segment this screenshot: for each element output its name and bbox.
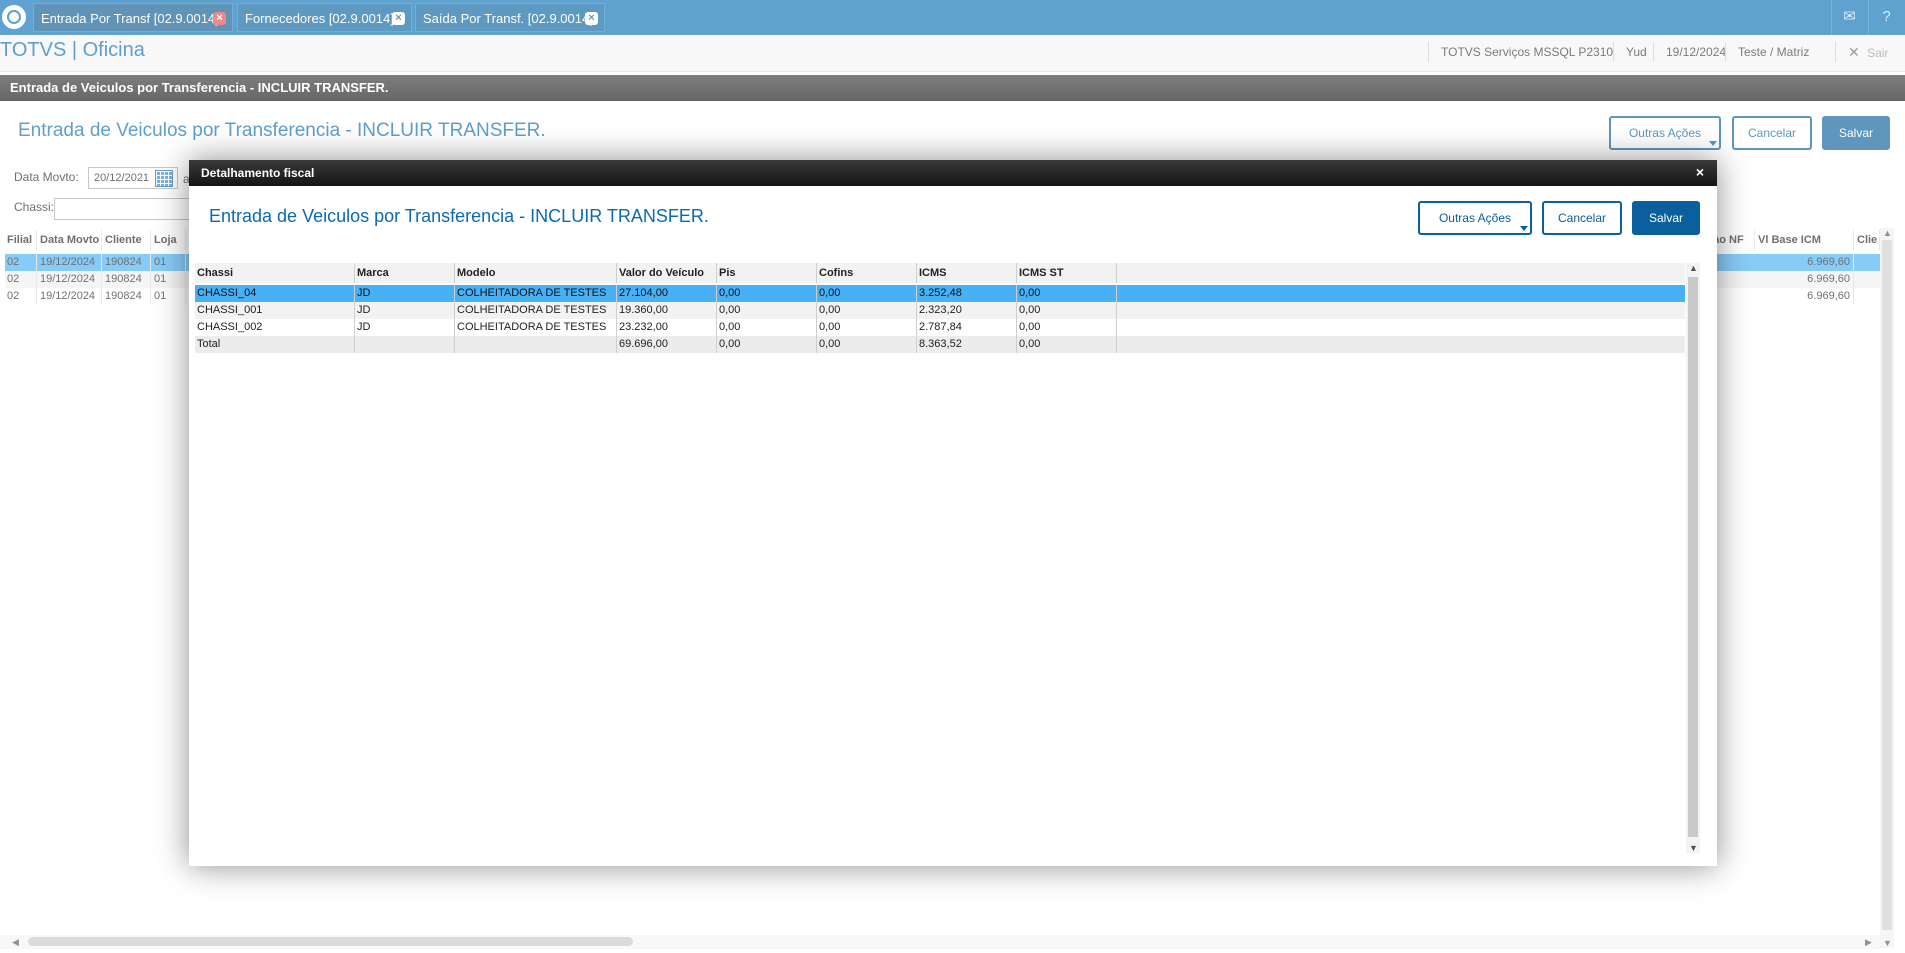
dialog-title: Detalhamento fiscal [201, 166, 315, 180]
table-cell: 0,00 [817, 336, 917, 353]
column-header[interactable]: Chassi [195, 263, 355, 283]
column-header[interactable]: Valor do Veículo [617, 263, 717, 283]
column-header[interactable]: Cofins [817, 263, 917, 283]
table-row[interactable]: CHASSI_001 JD COLHEITADORA DE TESTES 19.… [195, 302, 1685, 319]
table-cell: 8.363,52 [917, 336, 1017, 353]
table-cell [355, 336, 455, 353]
dialog-other-actions-button[interactable]: Outras Ações [1418, 201, 1532, 235]
table-cell: 2.787,84 [917, 319, 1017, 336]
column-header[interactable]: ICMS [917, 263, 1017, 283]
table-cell: 0,00 [1017, 336, 1117, 353]
caret-down-icon [1520, 226, 1528, 231]
table-cell: 0,00 [817, 302, 917, 319]
table-cell: JD [355, 302, 455, 319]
column-header[interactable]: Marca [355, 263, 455, 283]
table-cell: 0,00 [1017, 302, 1117, 319]
dialog-heading: Entrada de Veiculos por Transferencia - … [209, 206, 709, 226]
column-header[interactable]: Pis [717, 263, 817, 283]
table-cell: 0,00 [817, 319, 917, 336]
table-cell: COLHEITADORA DE TESTES [455, 319, 617, 336]
table-cell: CHASSI_002 [195, 319, 355, 336]
table-total-row: Total 69.696,00 0,00 0,00 8.363,52 0,00 [195, 336, 1685, 353]
table-cell: JD [355, 319, 455, 336]
table-cell: 19.360,00 [617, 302, 717, 319]
table-cell: JD [355, 285, 455, 302]
table-cell: Total [195, 336, 355, 353]
scroll-up-icon[interactable]: ▲ [1689, 263, 1698, 273]
table-cell: 27.104,00 [617, 285, 717, 302]
table-cell: 2.323,20 [917, 302, 1017, 319]
table-row[interactable]: CHASSI_002 JD COLHEITADORA DE TESTES 23.… [195, 319, 1685, 336]
table-cell: 0,00 [1017, 319, 1117, 336]
dialog-vertical-scrollbar[interactable]: ▲ ▼ [1686, 263, 1700, 853]
dialog-save-button[interactable]: Salvar [1632, 201, 1700, 235]
scroll-thumb[interactable] [1688, 277, 1698, 837]
table-cell [455, 336, 617, 353]
table-cell: 0,00 [1017, 285, 1117, 302]
table-cell: 0,00 [717, 319, 817, 336]
table-header-row: Chassi Marca Modelo Valor do Veículo Pis… [195, 263, 1685, 283]
table-cell: 3.252,48 [917, 285, 1017, 302]
close-icon[interactable]: × [1693, 165, 1707, 179]
dialog-cancel-button[interactable]: Cancelar [1542, 201, 1622, 235]
table-cell: 69.696,00 [617, 336, 717, 353]
table-cell: CHASSI_04 [195, 285, 355, 302]
table-cell: COLHEITADORA DE TESTES [455, 302, 617, 319]
table-cell: 0,00 [717, 302, 817, 319]
table-cell: 0,00 [817, 285, 917, 302]
table-cell: COLHEITADORA DE TESTES [455, 285, 617, 302]
dialog-title-bar: Detalhamento fiscal × [189, 160, 1717, 186]
table-cell: 0,00 [717, 336, 817, 353]
table-cell: 0,00 [717, 285, 817, 302]
fiscal-details-dialog: Detalhamento fiscal × Entrada de Veiculo… [189, 160, 1717, 866]
table-row[interactable]: CHASSI_04 JD COLHEITADORA DE TESTES 27.1… [195, 285, 1685, 302]
scroll-down-icon[interactable]: ▼ [1689, 843, 1698, 853]
column-header[interactable]: ICMS ST [1017, 263, 1117, 283]
button-label: Outras Ações [1438, 211, 1512, 225]
table-cell: CHASSI_001 [195, 302, 355, 319]
table-cell: 23.232,00 [617, 319, 717, 336]
column-header[interactable]: Modelo [455, 263, 617, 283]
